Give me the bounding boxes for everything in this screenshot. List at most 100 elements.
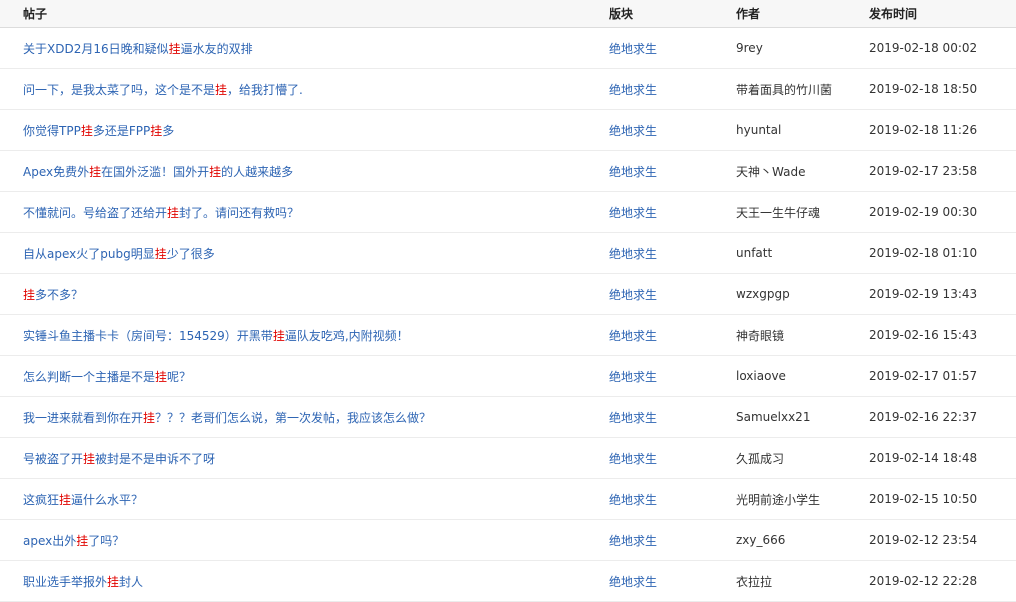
keyword-highlight: 挂 [155,369,168,384]
title-text: 的人越来越多 [221,164,294,179]
table-row: 你觉得TPP挂多还是FPP挂多 绝地求生 hyuntal 2019-02-18 11:… [0,110,1016,151]
post-time: 2019-02-19 00:30 [869,205,978,219]
post-time: 2019-02-18 01:10 [869,246,978,260]
board-link[interactable]: 绝地求生 [609,288,657,302]
board-link[interactable]: 绝地求生 [609,411,657,425]
title-text: 呢？ [167,369,192,384]
table-row: 职业选手举报外挂封人 绝地求生 衣拉拉 2019-02-12 22:28 [0,561,1016,602]
table-row: 我一进来就看到你在开挂？？？老哥们怎么说，第一次发帖，我应该怎么做？ 绝地求生 Sa… [0,397,1016,438]
table-row: 怎么判断一个主播是不是挂呢？ 绝地求生 loxiaove 2019-02-17 01:… [0,356,1016,397]
title-text: 这疯狂 [23,492,60,507]
table-row: apex出外挂了吗？ 绝地求生 zxy_666 2019-02-12 23:54 [0,520,1016,561]
author-name: 神奇眼镜 [736,328,785,343]
post-title-link[interactable]: 这疯狂挂逼什么水平？ [23,493,143,507]
author-name: 天神丶Wade [736,164,806,179]
title-text: 被封是不是申诉不了呀 [95,451,216,466]
title-text: 逼队友吃鸡,内附视频！ [284,328,409,343]
author-name: 衣拉拉 [736,574,773,589]
table-row: 挂多不多？ 绝地求生 wzxgpgp 2019-02-19 13:43 [0,274,1016,315]
title-text: 逼水友的双排 [180,41,253,56]
keyword-highlight: 挂 [209,164,222,179]
keyword-highlight: 挂 [154,246,167,261]
header-author: 作者 [736,7,761,21]
author-name: wzxgpgp [736,287,790,301]
post-title-link[interactable]: 关于XDD2月16日晚和疑似挂逼水友的双排 [23,42,253,56]
keyword-highlight: 挂 [167,205,180,220]
post-title-link[interactable]: 不懂就问。号给盗了还给开挂封了。请问还有救吗？ [23,206,299,220]
title-text: 封人 [119,574,144,589]
header-board: 版块 [609,7,634,21]
keyword-highlight: 挂 [76,533,89,548]
title-text: ？？？老哥们怎么说，第一次发帖，我应该怎么做？ [155,410,432,425]
author-name: loxiaove [736,369,786,383]
table-row: Apex免费外挂在国外泛滥！国外开挂的人越来越多 绝地求生 天神丶Wade 2019-… [0,151,1016,192]
board-link[interactable]: 绝地求生 [609,165,657,179]
title-text: 了吗？ [88,533,125,548]
board-link[interactable]: 绝地求生 [609,452,657,466]
table-row: 自从apex火了pubg明显挂少了很多 绝地求生 unfatt 2019-02-18 … [0,233,1016,274]
board-link[interactable]: 绝地求生 [609,247,657,261]
title-text: 你觉得TPP [23,123,81,138]
post-time: 2019-02-15 10:50 [869,492,978,506]
table-row: 不懂就问。号给盗了还给开挂封了。请问还有救吗？ 绝地求生 天王一生牛仔魂 2019-0… [0,192,1016,233]
post-title-link[interactable]: 实锤斗鱼主播卡卡（房间号：154529）开黑带挂逼队友吃鸡,内附视频！ [23,329,409,343]
board-link[interactable]: 绝地求生 [609,42,657,56]
author-name: zxy_666 [736,533,786,547]
title-text: 封了。请问还有救吗？ [179,205,300,220]
board-link[interactable]: 绝地求生 [609,329,657,343]
title-text: 多还是FPP [92,123,151,138]
board-link[interactable]: 绝地求生 [609,206,657,220]
keyword-highlight: 挂 [107,574,120,589]
post-title-link[interactable]: Apex免费外挂在国外泛滥！国外开挂的人越来越多 [23,165,293,179]
post-time: 2019-02-19 13:43 [869,287,978,301]
post-title-link[interactable]: apex出外挂了吗？ [23,534,124,548]
board-link[interactable]: 绝地求生 [609,493,657,507]
author-name: 久孤成习 [736,451,785,466]
post-title-link[interactable]: 号被盗了开挂被封是不是申诉不了呀 [23,452,215,466]
title-text: 在国外泛滥！国外开 [101,164,210,179]
keyword-highlight: 挂 [272,328,285,343]
table-row: 关于XDD2月16日晚和疑似挂逼水友的双排 绝地求生 9rey 2019-02-18 … [0,28,1016,69]
post-title-link[interactable]: 挂多不多？ [23,288,83,302]
board-link[interactable]: 绝地求生 [609,534,657,548]
post-time: 2019-02-18 00:02 [869,41,978,55]
author-name: unfatt [736,246,773,260]
post-title-link[interactable]: 自从apex火了pubg明显挂少了很多 [23,247,215,261]
post-title-link[interactable]: 你觉得TPP挂多还是FPP挂多 [23,124,174,138]
board-link[interactable]: 绝地求生 [609,83,657,97]
board-link[interactable]: 绝地求生 [609,124,657,138]
post-time: 2019-02-17 23:58 [869,164,978,178]
post-time: 2019-02-18 11:26 [869,123,978,137]
post-time: 2019-02-16 22:37 [869,410,978,424]
post-title-link[interactable]: 职业选手举报外挂封人 [23,575,143,589]
keyword-highlight: 挂 [168,41,181,56]
table-row: 实锤斗鱼主播卡卡（房间号：154529）开黑带挂逼队友吃鸡,内附视频！ 绝地求生 神… [0,315,1016,356]
header-time: 发布时间 [869,7,918,21]
keyword-highlight: 挂 [89,164,102,179]
title-text: apex出外 [23,533,77,548]
title-text: ，给我打懵了. [227,82,303,97]
header-title: 帖子 [23,7,48,21]
title-text: 自从apex火了pubg明显 [23,246,155,261]
title-text: 怎么判断一个主播是不是 [23,369,156,384]
keyword-highlight: 挂 [215,82,228,97]
title-text: 问一下，是我太菜了吗，这个是不是 [23,82,216,97]
table-body: 关于XDD2月16日晚和疑似挂逼水友的双排 绝地求生 9rey 2019-02-18 … [0,28,1016,602]
author-name: 带着面具的竹川菌 [736,82,833,97]
post-title-link[interactable]: 问一下，是我太菜了吗，这个是不是挂，给我打懵了. [23,83,303,97]
keyword-highlight: 挂 [59,492,72,507]
board-link[interactable]: 绝地求生 [609,575,657,589]
author-name: 9rey [736,41,763,55]
title-text: 少了很多 [166,246,215,261]
board-link[interactable]: 绝地求生 [609,370,657,384]
post-title-link[interactable]: 怎么判断一个主播是不是挂呢？ [23,370,191,384]
title-text: Apex免费外 [23,164,90,179]
post-time: 2019-02-12 23:54 [869,533,978,547]
title-text: 号被盗了开 [23,451,84,466]
author-name: 天王一生牛仔魂 [736,205,821,220]
title-text: 不懂就问。号给盗了还给开 [23,205,168,220]
post-time: 2019-02-14 18:48 [869,451,978,465]
post-title-link[interactable]: 我一进来就看到你在开挂？？？老哥们怎么说，第一次发帖，我应该怎么做？ [23,411,431,425]
keyword-highlight: 挂 [80,123,93,138]
post-time: 2019-02-17 01:57 [869,369,978,383]
